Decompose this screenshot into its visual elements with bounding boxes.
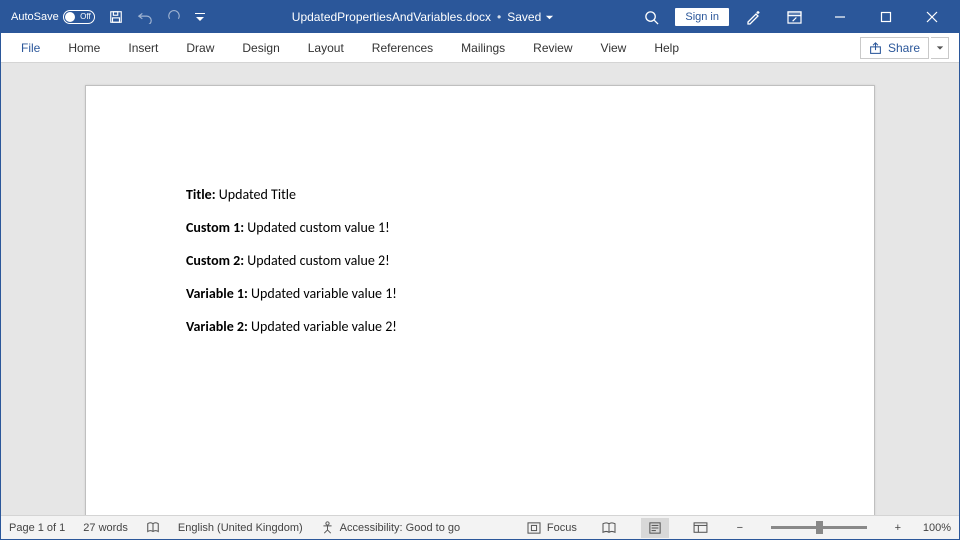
word-count[interactable]: 27 words <box>83 522 128 534</box>
tab-design[interactable]: Design <box>228 33 293 62</box>
print-layout-icon <box>648 522 662 534</box>
document-workspace[interactable]: Title: Updated Title Custom 1: Updated c… <box>1 63 959 515</box>
quick-access-toolbar <box>101 10 213 24</box>
ribbon-display-icon <box>787 11 802 24</box>
doc-line-value: Updated Title <box>219 186 296 203</box>
save-status-label: Saved <box>507 10 541 24</box>
share-dropdown[interactable] <box>931 37 949 59</box>
qat-customize-icon[interactable] <box>195 10 205 24</box>
save-icon[interactable] <box>109 10 123 24</box>
autosave-state: Off <box>80 12 91 21</box>
read-mode-icon <box>601 522 617 534</box>
web-layout-view[interactable] <box>687 518 715 538</box>
zoom-level[interactable]: 100% <box>923 522 951 534</box>
doc-line-label: Custom 1: <box>186 219 244 236</box>
share-label: Share <box>888 41 920 55</box>
minimize-button[interactable] <box>817 1 863 33</box>
doc-line-value: Updated variable value 1! <box>251 285 397 302</box>
titlebar-right: Sign in <box>633 1 955 33</box>
sign-in-button[interactable]: Sign in <box>675 8 729 26</box>
tab-file[interactable]: File <box>7 33 54 62</box>
tab-layout[interactable]: Layout <box>294 33 358 62</box>
accessibility-button[interactable]: Accessibility: Good to go <box>321 521 460 534</box>
chevron-down-icon <box>545 13 554 22</box>
tab-help[interactable]: Help <box>640 33 693 62</box>
doc-line-label: Variable 2: <box>186 318 248 335</box>
redo-icon[interactable] <box>167 10 181 24</box>
share-button[interactable]: Share <box>860 37 929 59</box>
zoom-in-button[interactable]: + <box>891 522 905 534</box>
doc-line[interactable]: Variable 1: Updated variable value 1! <box>186 285 774 302</box>
zoom-out-button[interactable]: − <box>733 522 747 534</box>
accessibility-label: Accessibility: Good to go <box>340 522 460 534</box>
doc-line-label: Variable 1: <box>186 285 248 302</box>
document-filename: UpdatedPropertiesAndVariables.docx <box>292 10 491 24</box>
language-button[interactable]: English (United Kingdom) <box>178 522 303 534</box>
doc-line-value: Updated variable value 2! <box>251 318 397 335</box>
document-page[interactable]: Title: Updated Title Custom 1: Updated c… <box>85 85 875 515</box>
autosave-control[interactable]: AutoSave Off <box>5 10 101 24</box>
focus-icon <box>527 522 541 534</box>
tab-view[interactable]: View <box>587 33 641 62</box>
autosave-toggle[interactable]: Off <box>63 10 95 24</box>
title-separator: • <box>497 10 501 24</box>
tab-draw[interactable]: Draw <box>172 33 228 62</box>
status-bar: Page 1 of 1 27 words English (United Kin… <box>1 515 959 539</box>
book-icon <box>146 521 160 535</box>
doc-line[interactable]: Variable 2: Updated variable value 2! <box>186 318 774 335</box>
print-layout-view[interactable] <box>641 518 669 538</box>
ribbon-tabs: File Home Insert Draw Design Layout Refe… <box>1 33 959 63</box>
ribbon-display-button[interactable] <box>771 1 817 33</box>
tab-mailings[interactable]: Mailings <box>447 33 519 62</box>
tab-review[interactable]: Review <box>519 33 586 62</box>
zoom-slider[interactable] <box>771 526 867 529</box>
window-title: UpdatedPropertiesAndVariables.docx • Sav… <box>213 10 634 24</box>
accessibility-icon <box>321 521 334 534</box>
close-button[interactable] <box>909 1 955 33</box>
share-icon <box>869 42 882 55</box>
focus-mode-button[interactable]: Focus <box>527 522 577 534</box>
tab-home[interactable]: Home <box>54 33 114 62</box>
search-icon <box>644 10 659 25</box>
close-icon <box>926 11 938 23</box>
read-mode-view[interactable] <box>595 518 623 538</box>
maximize-button[interactable] <box>863 1 909 33</box>
toggle-knob <box>65 12 75 22</box>
doc-line-value: Updated custom value 2! <box>247 252 389 269</box>
chevron-down-icon <box>936 44 944 52</box>
tab-insert[interactable]: Insert <box>114 33 172 62</box>
doc-line-value: Updated custom value 1! <box>247 219 389 236</box>
undo-icon[interactable] <box>137 10 153 24</box>
page-number[interactable]: Page 1 of 1 <box>9 522 65 534</box>
doc-line-label: Custom 2: <box>186 252 244 269</box>
maximize-icon <box>880 11 892 23</box>
search-button[interactable] <box>633 1 669 33</box>
doc-line[interactable]: Custom 1: Updated custom value 1! <box>186 219 774 236</box>
focus-label: Focus <box>547 522 577 534</box>
save-status[interactable]: Saved <box>507 10 554 24</box>
zoom-slider-thumb[interactable] <box>816 521 823 534</box>
doc-line[interactable]: Custom 2: Updated custom value 2! <box>186 252 774 269</box>
autosave-label: AutoSave <box>11 11 59 23</box>
doc-line-label: Title: <box>186 186 216 203</box>
tab-references[interactable]: References <box>358 33 447 62</box>
draw-mode-button[interactable] <box>735 1 771 33</box>
web-layout-icon <box>693 522 708 534</box>
sign-in-label: Sign in <box>685 11 719 23</box>
title-bar: AutoSave Off UpdatedPropertiesAndVariabl… <box>1 1 959 33</box>
minimize-icon <box>834 11 846 23</box>
spell-check-button[interactable] <box>146 521 160 535</box>
doc-line[interactable]: Title: Updated Title <box>186 186 774 203</box>
pen-sparkle-icon <box>745 9 761 25</box>
